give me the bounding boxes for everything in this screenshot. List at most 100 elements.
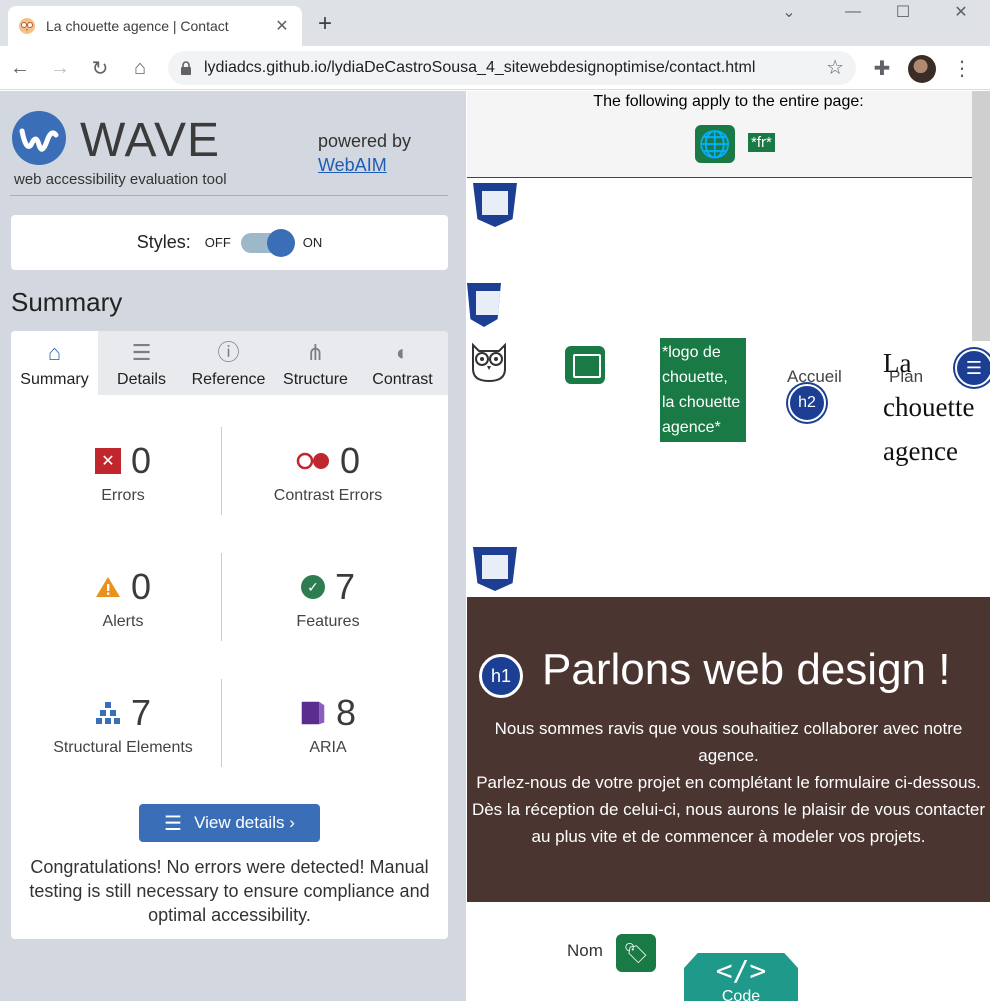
stat-contrast-errors[interactable]: 0 Contrast Errors: [223, 439, 433, 505]
nom-field-label: Nom: [567, 941, 603, 960]
menu-kebab-icon[interactable]: ⋮: [948, 54, 976, 82]
maximize-icon[interactable]: ☐: [880, 0, 926, 24]
stat-value: 7: [130, 692, 152, 733]
stat-label: Features: [296, 613, 360, 630]
page-wide-annotations: The following apply to the entire page: …: [467, 91, 972, 178]
extensions-icon[interactable]: ✚: [868, 54, 896, 82]
tab-label: Details: [117, 371, 166, 388]
stat-value: 0: [339, 440, 361, 481]
profile-avatar[interactable]: [908, 55, 936, 83]
browser-toolbar: ← → ↻ ⌂ lydiadcs.github.io/lydiaDeCastro…: [0, 46, 990, 90]
stat-label: Alerts: [102, 613, 144, 630]
styles-label: Styles:: [136, 232, 191, 252]
hero-title: Parlons web design !: [542, 645, 951, 694]
stat-alerts[interactable]: 0 Alerts: [18, 565, 228, 631]
new-tab-button[interactable]: +: [318, 10, 332, 38]
styles-toggle[interactable]: [240, 228, 295, 257]
wave-logo-icon: [12, 111, 66, 165]
reload-icon[interactable]: ↻: [86, 54, 114, 82]
header-landmark-icon[interactable]: [473, 183, 517, 227]
owl-favicon-icon: [19, 18, 35, 34]
alert-icon: [95, 574, 121, 600]
navigation-landmark-icon[interactable]: [467, 283, 501, 327]
tab-search-icon[interactable]: ⌄: [766, 0, 812, 24]
stat-features[interactable]: ✓ 7 Features: [223, 565, 433, 631]
tab-structure[interactable]: ⋔ Structure: [272, 331, 359, 395]
stat-label: Contrast Errors: [273, 487, 383, 504]
tab-label: Structure: [283, 371, 348, 388]
h1-heading-icon[interactable]: h1: [479, 654, 523, 698]
summary-heading: Summary: [11, 287, 123, 317]
main-landmark-icon[interactable]: [473, 547, 517, 591]
divider: [10, 195, 448, 196]
styles-on-label: ON: [302, 235, 323, 250]
hero-line: Parlez-nous de votre projet en complétan…: [476, 773, 981, 792]
feature-icon: ✓: [300, 575, 325, 599]
minimize-icon[interactable]: —: [830, 0, 876, 24]
stat-aria[interactable]: 8 ARIA: [223, 691, 433, 757]
bookmark-star-icon[interactable]: ☆: [826, 55, 844, 80]
page-scrollbar[interactable]: [972, 91, 990, 341]
styles-toggle-box: Styles: OFF ON: [11, 215, 448, 270]
nav-link-accueil[interactable]: Accueil: [787, 367, 842, 387]
contrast-icon: ◐: [395, 340, 410, 365]
tab-summary[interactable]: ⌂ Summary: [11, 331, 98, 395]
page-content: The following apply to the entire page: …: [467, 91, 990, 1001]
close-tab-icon[interactable]: ✕: [272, 16, 292, 36]
stat-value: 0: [130, 566, 152, 607]
stat-label: ARIA: [309, 739, 347, 756]
view-details-button[interactable]: ☰ View details ›: [139, 804, 320, 842]
alt-text-badge[interactable]: *logo de chouette, la chouette agence*: [660, 338, 746, 442]
view-details-label: View details ›: [194, 813, 295, 832]
lock-icon: [181, 61, 191, 75]
info-icon: ⓘ: [217, 340, 240, 365]
hero-section: h1 Parlons web design ! Nous sommes ravi…: [467, 597, 990, 902]
tab-label: Summary: [20, 371, 89, 388]
list-icon: ☰: [164, 812, 183, 835]
tab-details[interactable]: ☰ Details: [98, 331, 185, 395]
back-icon[interactable]: ←: [6, 54, 34, 82]
code-icon[interactable]: </> Code: [684, 953, 798, 1001]
wave-title: WAVE: [80, 114, 221, 167]
home-button-icon[interactable]: ⌂: [126, 54, 154, 82]
error-icon: ✕: [94, 448, 121, 474]
webaim-link[interactable]: WebAIM: [318, 155, 387, 175]
stat-structural-elements[interactable]: 7 Structural Elements: [18, 691, 228, 757]
stat-value: 7: [334, 566, 356, 607]
stat-errors[interactable]: ✕ 0 Errors: [18, 439, 228, 505]
list-structure-icon[interactable]: ☰: [955, 349, 990, 387]
browser-tab[interactable]: La chouette agence | Contact ✕: [8, 6, 302, 46]
h2-heading-icon[interactable]: h2: [788, 384, 826, 422]
form-label-tag-icon[interactable]: 🏷: [616, 934, 656, 972]
congrats-message: Congratulations! No errors were detected…: [29, 857, 430, 925]
browser-tab-bar: La chouette agence | Contact ✕ + ⌄ — ☐ ✕: [0, 0, 990, 46]
tab-label: Reference: [191, 371, 266, 388]
powered-by-text: powered by: [318, 131, 412, 151]
toggle-knob[interactable]: [266, 228, 295, 257]
code-symbol: </>: [715, 954, 767, 987]
stat-value: 0: [130, 440, 152, 481]
image-alt-icon[interactable]: [565, 346, 605, 384]
code-label: Code: [721, 988, 761, 1001]
hero-line: Nous sommes ravis que vous souhaitiez co…: [494, 719, 963, 765]
owl-logo-icon: [472, 342, 506, 383]
tab-reference[interactable]: ⓘ Reference: [185, 331, 272, 395]
globe-language-icon[interactable]: 🌐: [695, 125, 735, 163]
language-badge[interactable]: *fr*: [748, 133, 775, 152]
contrast-error-icon: [296, 448, 330, 474]
wave-subtitle: web accessibility evaluation tool: [14, 171, 227, 188]
wave-tabs: ⌂ Summary ☰ Details ⓘ Reference ⋔ Struct…: [11, 331, 448, 395]
stat-value: 8: [335, 692, 357, 733]
hero-line: Dès la réception de celui-ci, nous auron…: [471, 800, 986, 846]
tab-title: La chouette agence | Contact: [46, 18, 229, 34]
close-window-icon[interactable]: ✕: [938, 0, 984, 24]
structure-icon: ⋔: [306, 340, 325, 365]
tab-contrast[interactable]: ◐ Contrast: [359, 331, 446, 395]
forward-icon[interactable]: →: [46, 54, 74, 82]
url-text: lydiadcs.github.io/lydiaDeCastroSousa_4_…: [204, 59, 756, 76]
styles-off-label: OFF: [204, 235, 231, 250]
list-icon: ☰: [131, 340, 152, 365]
summary-panel: ⌂ Summary ☰ Details ⓘ Reference ⋔ Struct…: [11, 331, 448, 939]
aria-icon: [300, 700, 326, 726]
address-bar[interactable]: lydiadcs.github.io/lydiaDeCastroSousa_4_…: [168, 51, 856, 85]
